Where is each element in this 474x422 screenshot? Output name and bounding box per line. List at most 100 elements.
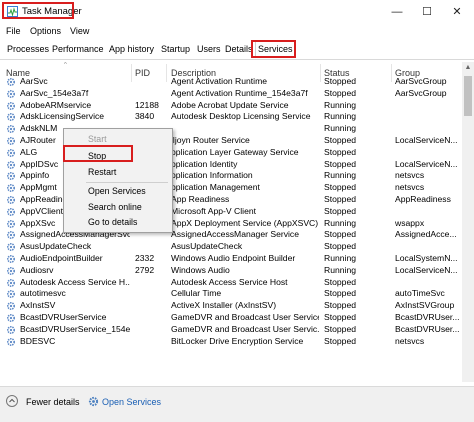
tab-users[interactable]: Users <box>195 42 223 57</box>
cell-group: netsvcs <box>395 335 425 346</box>
context-menu-search-online[interactable]: Search online <box>88 202 142 212</box>
table-row[interactable]: BDESVC BitLocker Drive Encryption Service… <box>0 336 462 348</box>
cell-description: lljoyn Router Service <box>171 135 250 145</box>
context-menu-open-services[interactable]: Open Services <box>88 186 146 196</box>
cell-status: Stopped <box>324 146 357 157</box>
service-gear-icon <box>6 266 16 275</box>
cell-status: Stopped <box>324 158 357 169</box>
cell-group: netsvcs <box>395 182 425 193</box>
cell-group: LocalSystemN... <box>395 253 458 263</box>
cell-description: BitLocker Drive Encryption Service <box>171 335 304 346</box>
table-row[interactable]: AxInstSV ActiveX Installer (AxInstSV) Stop… <box>0 300 462 312</box>
cell-group: LocalServiceN... <box>395 264 458 275</box>
table-row[interactable]: BcastDVRUserService GameDVR and Broadcast… <box>0 312 462 324</box>
service-gear-icon <box>6 136 16 146</box>
table-row[interactable]: AdobeARMservice 12188 Adobe Acrobat Update… <box>0 100 462 112</box>
cell-status: Stopped <box>324 335 357 346</box>
cell-description: ActiveX Installer (AxInstSV) <box>171 300 277 311</box>
cell-status: Stopped <box>324 182 357 193</box>
scroll-thumb[interactable] <box>464 76 472 116</box>
services-tab-highlight-box <box>251 40 296 58</box>
chevron-up-icon[interactable] <box>6 395 18 407</box>
table-row[interactable]: AarSvc_154e3a7f Agent Activation Runtime_… <box>0 88 462 100</box>
cell-description: pplication Management <box>171 182 260 193</box>
cell-pid: 2332 <box>135 253 155 263</box>
cell-description: App Readiness <box>171 194 230 204</box>
open-services-link[interactable]: Open Services <box>102 397 161 407</box>
table-row[interactable]: AdskLicensingService 3840 Autodesk Desktop… <box>0 111 462 123</box>
cell-status: Running <box>324 170 357 181</box>
cell-status: Running <box>324 111 357 122</box>
cell-pid: 2792 <box>135 264 155 275</box>
tab-app-history[interactable]: App history <box>107 42 156 57</box>
footer-bar: Fewer details Open Services <box>0 386 474 422</box>
cell-name: AdobeARMservice <box>20 99 92 110</box>
cell-status: Running <box>324 123 357 134</box>
gear-icon <box>88 396 99 407</box>
cell-status: Stopped <box>324 205 357 216</box>
cell-description: Agent Activation Runtime <box>171 76 268 86</box>
sort-indicator-icon: ^ <box>64 62 67 68</box>
cell-description: GameDVR and Broadcast User Service <box>171 312 319 322</box>
tab-processes[interactable]: Processes <box>5 42 51 57</box>
cell-name: AudioEndpointBuilder <box>20 253 103 263</box>
fewer-details-link[interactable]: Fewer details <box>26 397 80 407</box>
cell-group: BcastDVRUser... <box>395 312 460 322</box>
minimize-button[interactable]: — <box>382 2 412 22</box>
context-menu-go-to-details[interactable]: Go to details <box>88 217 137 227</box>
vertical-scrollbar[interactable]: ▲ <box>462 62 474 382</box>
service-gear-icon <box>6 148 16 157</box>
menu-bar: File Options View <box>0 24 474 39</box>
service-gear-icon <box>6 207 16 216</box>
cell-name: BcastDVRUserService_154e3... <box>20 323 130 334</box>
table-row[interactable]: AsusUpdateCheck AsusUpdateCheck Stopped <box>0 241 462 253</box>
cell-name: BcastDVRUserService <box>20 312 107 322</box>
cell-status: Stopped <box>324 76 357 86</box>
cell-pid: 12188 <box>135 99 159 110</box>
service-gear-icon <box>6 231 16 240</box>
service-gear-icon <box>6 313 16 323</box>
cell-group: LocalServiceN... <box>395 158 458 169</box>
menu-options[interactable]: Options <box>30 26 61 36</box>
cell-status: Stopped <box>324 135 357 145</box>
menu-file[interactable]: File <box>6 26 21 36</box>
table-row[interactable]: Audiosrv 2792 Windows Audio Running LocalSer… <box>0 265 462 277</box>
cell-group: BcastDVRUser... <box>395 323 460 334</box>
service-gear-icon <box>6 184 16 193</box>
tab-startup[interactable]: Startup <box>159 42 192 57</box>
cell-group: wsappx <box>395 217 425 228</box>
cell-name: BDESVC <box>20 335 56 346</box>
cell-group: AarSvcGroup <box>395 87 447 98</box>
service-gear-icon <box>6 325 16 334</box>
cell-description: Agent Activation Runtime_154e3a7f <box>171 87 308 98</box>
service-gear-icon <box>6 172 16 181</box>
menu-view[interactable]: View <box>70 26 89 36</box>
table-row[interactable]: Autodesk Access Service H... Autodesk Acc… <box>0 277 462 289</box>
table-row[interactable]: AarSvc Agent Activation Runtime Stopped Aar… <box>0 76 462 88</box>
context-menu-start: Start <box>88 134 107 144</box>
cell-description: AsusUpdateCheck <box>171 241 243 252</box>
service-gear-icon <box>6 195 16 205</box>
maximize-button[interactable]: ☐ <box>412 2 442 22</box>
cell-description: Autodesk Desktop Licensing Service <box>171 111 311 122</box>
close-button[interactable]: ✕ <box>442 2 472 22</box>
service-gear-icon <box>6 243 16 252</box>
title-highlight-box <box>2 2 74 19</box>
cell-name: AarSvc <box>20 76 48 86</box>
cell-status: Stopped <box>324 323 357 334</box>
context-menu-restart[interactable]: Restart <box>88 167 116 177</box>
table-row[interactable]: autotimesvc Cellular Time Stopped autoTimeS… <box>0 288 462 300</box>
cell-group: AssignedAcce... <box>395 229 457 240</box>
cell-description: pplication Identity <box>171 158 238 169</box>
table-row[interactable]: BcastDVRUserService_154e3... GameDVR and … <box>0 324 462 336</box>
cell-status: Stopped <box>324 194 357 204</box>
tab-performance[interactable]: Performance <box>50 42 106 57</box>
cell-description: GameDVR and Broadcast User Servic... <box>171 323 319 334</box>
tab-details[interactable]: Details <box>223 42 255 57</box>
service-gear-icon <box>6 278 16 287</box>
scroll-up-icon[interactable]: ▲ <box>462 62 474 74</box>
cell-status: Running <box>324 253 357 263</box>
service-gear-icon <box>6 89 16 98</box>
table-row[interactable]: AudioEndpointBuilder 2332 Windows Audio En… <box>0 253 462 265</box>
service-gear-icon <box>6 219 16 228</box>
